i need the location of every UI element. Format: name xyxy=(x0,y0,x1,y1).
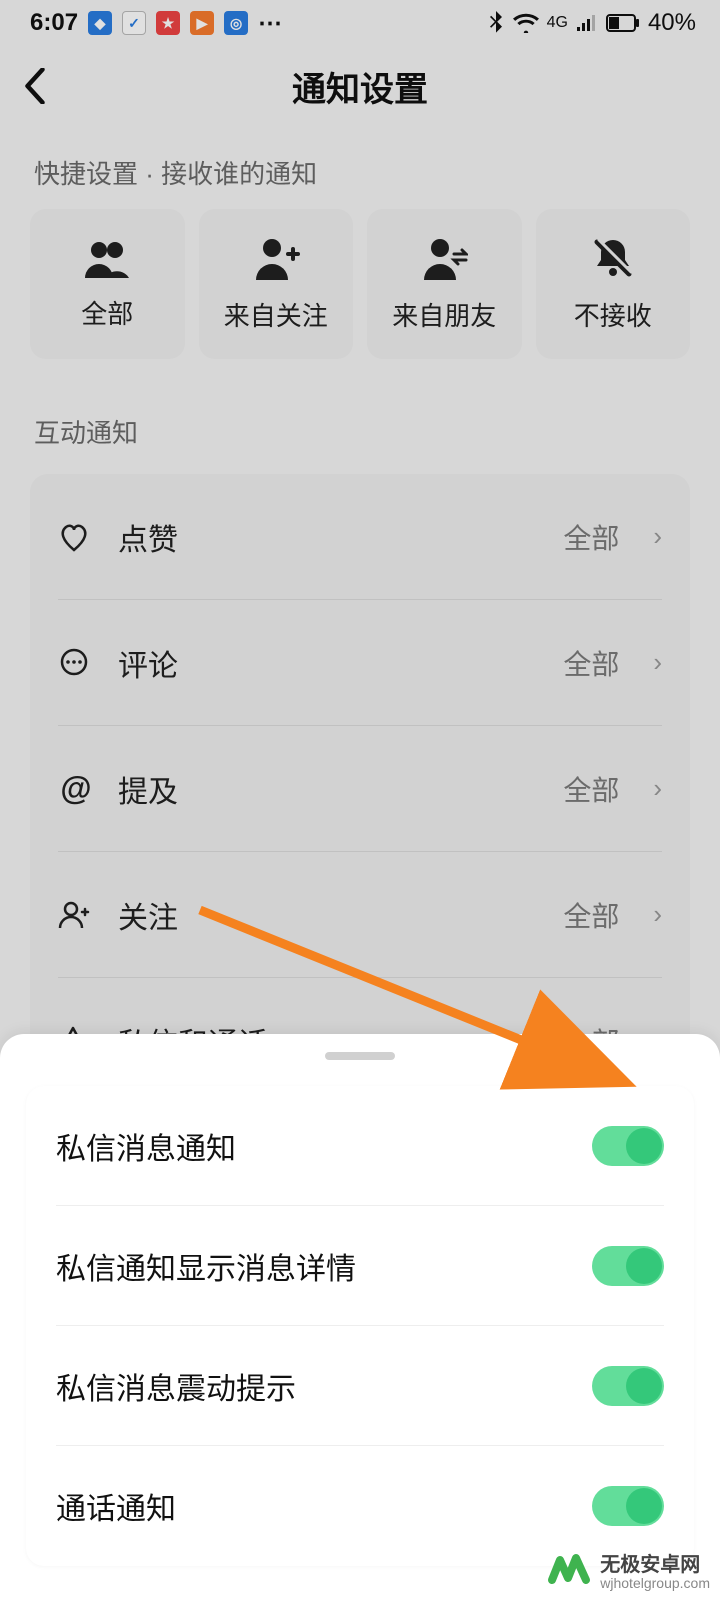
row-value: 全部 xyxy=(563,643,619,683)
person-swap-icon xyxy=(420,236,468,280)
sheet-row-dm-vibrate: 私信消息震动提示 xyxy=(56,1326,664,1446)
quick-card-label: 全部 xyxy=(81,294,133,331)
row-label: 点赞 xyxy=(118,515,539,559)
chevron-right-icon: › xyxy=(653,521,662,552)
quick-card-all[interactable]: 全部 xyxy=(30,209,185,359)
quick-section-title: 快捷设置 · 接收谁的通知 xyxy=(30,126,690,209)
toggle-dm-detail[interactable] xyxy=(592,1246,664,1286)
bluetooth-icon xyxy=(487,11,505,35)
watermark: 无极安卓网 wjhotelgroup.com xyxy=(546,1550,710,1596)
row-label: 关注 xyxy=(118,893,539,937)
status-time: 6:07 xyxy=(30,9,78,37)
row-comment[interactable]: 评论 全部 › xyxy=(58,600,662,726)
row-mention[interactable]: @ 提及 全部 › xyxy=(58,726,662,852)
watermark-text-cn: 无极安卓网 xyxy=(600,1554,710,1576)
bottom-sheet: 私信消息通知 私信通知显示消息详情 私信消息震动提示 通话通知 xyxy=(0,1034,720,1600)
quick-card-label: 不接收 xyxy=(574,296,652,333)
battery-percent: 40% xyxy=(648,9,696,37)
row-value: 全部 xyxy=(563,517,619,557)
chevron-right-icon: › xyxy=(653,773,662,804)
battery-icon xyxy=(606,14,640,32)
toggle-call-notify[interactable] xyxy=(592,1486,664,1526)
sheet-row-dm-notify: 私信消息通知 xyxy=(56,1086,664,1206)
status-bar: 6:07 ◆ ✓ ★ ▶ ◎ ⋯ 4G 40% xyxy=(0,0,720,46)
quick-card-label: 来自关注 xyxy=(224,296,328,333)
row-like[interactable]: 点赞 全部 › xyxy=(58,474,662,600)
sheet-row-label: 私信消息震动提示 xyxy=(56,1364,592,1408)
status-app-icon-3: ★ xyxy=(156,11,180,35)
quick-card-label: 来自朋友 xyxy=(392,296,496,333)
status-app-icon-5: ◎ xyxy=(224,11,248,35)
network-label: 4G xyxy=(547,14,568,32)
status-app-icon-2: ✓ xyxy=(122,11,146,35)
toggle-dm-notify[interactable] xyxy=(592,1126,664,1166)
quick-card-following[interactable]: 来自关注 xyxy=(199,209,354,359)
chat-icon xyxy=(58,648,94,678)
signal-icon xyxy=(576,14,598,32)
status-more-icon: ⋯ xyxy=(258,9,283,38)
watermark-text-en: wjhotelgroup.com xyxy=(600,1576,710,1591)
sheet-row-call-notify: 通话通知 xyxy=(56,1446,664,1566)
row-value: 全部 xyxy=(563,895,619,935)
chevron-right-icon: › xyxy=(653,647,662,678)
sheet-row-label: 私信消息通知 xyxy=(56,1124,592,1168)
heart-icon xyxy=(58,522,94,552)
quick-card-none[interactable]: 不接收 xyxy=(536,209,691,359)
person-add-icon xyxy=(252,236,300,280)
people-icon xyxy=(83,238,131,278)
sheet-list: 私信消息通知 私信通知显示消息详情 私信消息震动提示 通话通知 xyxy=(26,1086,694,1566)
main-content: 快捷设置 · 接收谁的通知 全部 来自关注 来自朋友 不接收 互动通 xyxy=(0,126,720,1104)
wifi-icon xyxy=(513,13,539,33)
page-title: 通知设置 xyxy=(292,62,428,111)
at-icon: @ xyxy=(58,770,94,807)
row-label: 评论 xyxy=(118,641,539,685)
interact-list: 点赞 全部 › 评论 全部 › @ 提及 全部 › 关注 全部 › xyxy=(30,474,690,1104)
back-button[interactable] xyxy=(24,68,46,104)
row-follow[interactable]: 关注 全部 › xyxy=(58,852,662,978)
sheet-row-label: 通话通知 xyxy=(56,1484,592,1528)
toggle-dm-vibrate[interactable] xyxy=(592,1366,664,1406)
status-app-icon-4: ▶ xyxy=(190,11,214,35)
interact-section-title: 互动通知 xyxy=(30,359,690,468)
header: 通知设置 xyxy=(0,46,720,126)
person-plus-icon xyxy=(58,900,94,930)
row-value: 全部 xyxy=(563,769,619,809)
status-app-icon-1: ◆ xyxy=(88,11,112,35)
chevron-right-icon: › xyxy=(653,899,662,930)
sheet-row-dm-detail: 私信通知显示消息详情 xyxy=(56,1206,664,1326)
bell-off-icon xyxy=(591,236,635,280)
row-label: 提及 xyxy=(118,767,539,811)
quick-settings-row: 全部 来自关注 来自朋友 不接收 xyxy=(30,209,690,359)
watermark-logo-icon xyxy=(546,1550,592,1596)
sheet-row-label: 私信通知显示消息详情 xyxy=(56,1244,592,1288)
sheet-grabber[interactable] xyxy=(325,1052,395,1060)
quick-card-friends[interactable]: 来自朋友 xyxy=(367,209,522,359)
